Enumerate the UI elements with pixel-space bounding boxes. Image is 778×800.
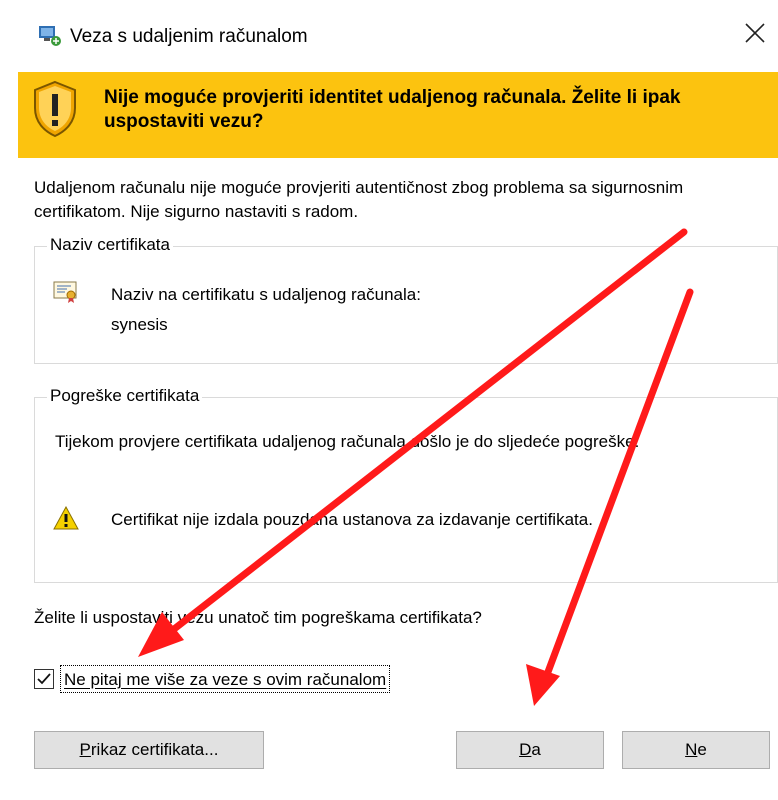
certificate-name-label: Naziv na certifikatu s udaljenog računal… [111,285,421,304]
no-accel: N [685,740,698,759]
remote-desktop-icon [38,24,62,48]
warning-banner: Nije moguće provjeriti identitet udaljen… [18,72,778,158]
yes-accel: D [519,740,532,759]
certificate-icon [53,281,79,303]
description-text: Udaljenom računalu nije moguće provjerit… [34,178,684,221]
certificate-errors-text: Tijekom provjere certifikata udaljenog r… [55,432,640,451]
view-certificate-button[interactable]: Prikaz certifikata... [34,731,264,769]
no-button[interactable]: Ne [622,731,770,769]
warning-shield-icon [32,80,78,138]
certificate-errors-group: Pogreške certifikata Tijekom provjere ce… [34,386,778,583]
connect-question: Želite li uspostaviti vezu unatoč tim po… [34,608,482,627]
banner-text: Nije moguće provjeriti identitet udaljen… [104,87,681,132]
close-icon[interactable] [742,20,768,46]
view-certificate-label: rikaz certifikata... [90,740,219,759]
window-title: Veza s udaljenim računalom [70,26,308,47]
certificate-name-group: Naziv certifikata Naziv na certifikatu s… [34,235,778,364]
yes-label: a [531,740,541,759]
certificate-errors-legend: Pogreške certifikata [47,386,203,406]
dont-ask-checkbox[interactable]: Ne pitaj me više za veze s ovim računalo… [34,665,470,695]
yes-button[interactable]: Da [456,731,604,769]
no-label: e [697,740,707,759]
view-certificate-accel: P [79,740,91,759]
certificate-name-value: synesis [111,315,168,334]
certificate-error-item: Certifikat nije izdala pouzdana ustanova… [111,510,593,529]
checkbox-box[interactable] [34,669,54,689]
certificate-name-legend: Naziv certifikata [47,235,173,255]
dont-ask-checkbox-label[interactable]: Ne pitaj me više za veze s ovim računalo… [60,665,391,693]
warning-triangle-icon [53,505,79,530]
title-bar: Veza s udaljenim računalom [0,0,778,72]
